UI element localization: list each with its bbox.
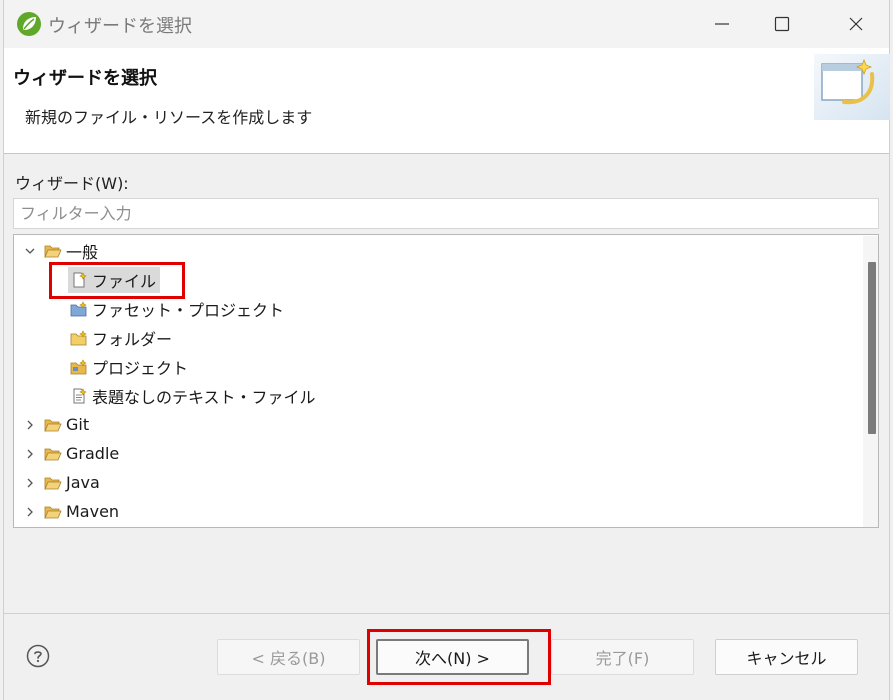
- page-title: ウィザードを選択: [13, 68, 157, 89]
- next-button[interactable]: 次へ(N) >: [376, 639, 529, 675]
- folder-open-icon: [44, 504, 62, 520]
- close-button[interactable]: [836, 9, 876, 39]
- tree-item-label: Gradle: [66, 444, 120, 463]
- spring-leaf-icon: [17, 12, 41, 36]
- minimize-button[interactable]: [702, 9, 742, 39]
- footer-divider: [4, 613, 889, 614]
- finish-button[interactable]: 完了(F): [551, 639, 694, 675]
- tree-item-label: 表題なしのテキスト・ファイル: [92, 387, 316, 407]
- file-new-icon: [70, 271, 88, 288]
- tree-scrollbar[interactable]: [863, 236, 878, 527]
- maximize-icon: [774, 16, 790, 32]
- chevron-down-icon[interactable]: [22, 243, 38, 259]
- chevron-right-icon[interactable]: [22, 446, 38, 462]
- tree-item-label: Maven: [66, 502, 120, 521]
- folder-open-icon: [44, 446, 62, 462]
- faceted-project-icon: [70, 300, 88, 317]
- wizard-banner-icon: [814, 54, 890, 120]
- chevron-right-icon[interactable]: [22, 417, 38, 433]
- page-description: 新規のファイル・リソースを作成します: [25, 108, 313, 127]
- tree-item-label: Git: [66, 415, 90, 434]
- folder-open-icon: [44, 417, 62, 433]
- scrollbar-thumb[interactable]: [868, 262, 876, 434]
- wizard-tree[interactable]: 一般 ファイル ファセット・プロジェクト フォルダー プロジェクト 表題なしのテ…: [13, 234, 879, 528]
- maximize-button[interactable]: [762, 9, 802, 39]
- tree-item-label: フォルダー: [92, 329, 173, 349]
- wizard-header: ウィザードを選択 新規のファイル・リソースを作成します: [4, 48, 890, 154]
- tree-item-gradle[interactable]: Gradle: [22, 439, 119, 468]
- tree-item-project[interactable]: プロジェクト: [70, 352, 188, 381]
- chevron-right-icon[interactable]: [22, 504, 38, 520]
- close-icon: [849, 17, 863, 31]
- tree-item-general[interactable]: 一般: [22, 236, 98, 265]
- filter-input[interactable]: [13, 198, 879, 229]
- tree-item-git[interactable]: Git: [22, 410, 89, 439]
- tree-item-label: ファセット・プロジェクト: [92, 300, 285, 320]
- tree-item-folder[interactable]: フォルダー: [70, 323, 172, 352]
- cancel-button[interactable]: キャンセル: [715, 639, 858, 675]
- minimize-icon: [715, 23, 729, 25]
- tree-item-label: 一般: [66, 242, 99, 262]
- tree-item-label: プロジェクト: [92, 358, 189, 378]
- window-title: ウィザードを選択: [48, 16, 192, 37]
- tree-item-label: Java: [66, 473, 100, 492]
- tree-item-java[interactable]: Java: [22, 468, 100, 497]
- folder-open-icon: [44, 475, 62, 491]
- wizard-dialog: ウィザードを選択 ウィザードを選択 新規のファイル・リソースを作成します ウィザ…: [3, 0, 890, 700]
- tree-item-file[interactable]: ファイル: [68, 265, 161, 294]
- help-icon[interactable]: [26, 644, 50, 668]
- title-bar: ウィザードを選択: [4, 0, 889, 48]
- tree-item-faceted-project[interactable]: ファセット・プロジェクト: [70, 294, 284, 323]
- tree-item-label: ファイル: [92, 271, 157, 291]
- tree-item-untitled-text-file[interactable]: 表題なしのテキスト・ファイル: [70, 381, 316, 410]
- tree-item-maven[interactable]: Maven: [22, 497, 119, 526]
- project-new-icon: [70, 358, 88, 375]
- text-file-icon: [70, 387, 88, 404]
- folder-new-icon: [70, 329, 88, 346]
- back-button[interactable]: < 戻る(B): [217, 639, 360, 675]
- selected-item[interactable]: ファイル: [68, 266, 161, 293]
- chevron-right-icon[interactable]: [22, 475, 38, 491]
- wizard-list-label: ウィザード(W):: [15, 174, 129, 193]
- folder-open-icon: [44, 243, 62, 259]
